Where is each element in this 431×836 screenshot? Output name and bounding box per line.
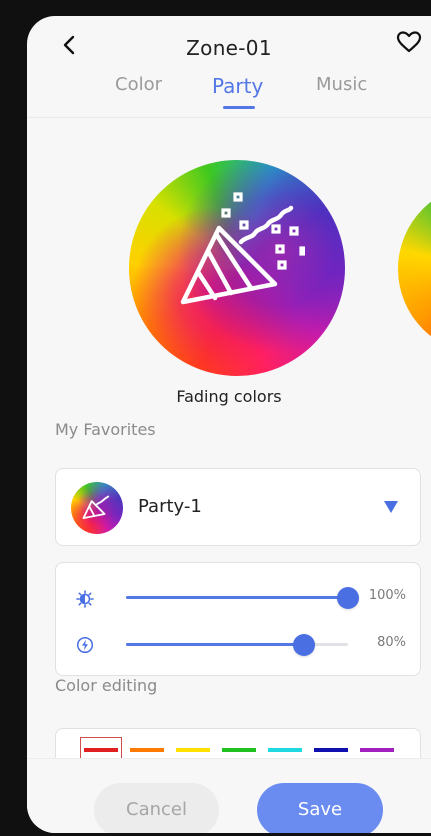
cancel-button[interactable]: Cancel <box>94 783 219 833</box>
caret-down-icon[interactable] <box>383 500 399 514</box>
brightness-slider-fill <box>126 596 348 599</box>
brightness-slider-handle[interactable] <box>337 586 359 609</box>
color-swatch[interactable] <box>222 748 256 752</box>
device-frame: Zone-01 Color Party Music Fading colors … <box>0 0 431 836</box>
brightness-slider[interactable] <box>126 586 359 609</box>
speed-value: 80% <box>377 635 406 650</box>
page-title: Zone-01 <box>186 36 272 60</box>
speed-slider-handle[interactable] <box>292 633 315 656</box>
color-swatch[interactable] <box>176 748 210 752</box>
bottom-action-bar: Cancel Save <box>27 758 431 833</box>
color-swatch[interactable] <box>84 748 118 752</box>
favorite-thumbnail <box>71 482 123 534</box>
color-swatch[interactable] <box>268 748 302 752</box>
tab-music[interactable]: Music <box>316 74 367 95</box>
app-screen: Zone-01 Color Party Music Fading colors … <box>27 16 431 833</box>
tab-party[interactable]: Party <box>212 74 263 98</box>
party-popper-icon <box>82 495 110 520</box>
heart-outline-icon[interactable] <box>395 28 423 56</box>
favorites-dropdown[interactable]: Party-1 <box>55 468 421 546</box>
color-swatch[interactable] <box>360 748 394 752</box>
speed-icon <box>76 636 94 654</box>
favorite-selected-label: Party-1 <box>138 496 202 517</box>
tab-color[interactable]: Color <box>115 74 162 95</box>
color-swatch[interactable] <box>314 748 348 752</box>
speed-slider-fill <box>126 643 304 646</box>
favorites-section-title: My Favorites <box>55 420 156 439</box>
speed-slider[interactable] <box>126 633 348 656</box>
color-editing-section-title: Color editing <box>55 676 158 695</box>
tab-divider <box>27 117 431 118</box>
party-popper-icon <box>180 192 305 305</box>
color-swatch[interactable] <box>130 748 164 752</box>
brightness-value: 100% <box>368 588 406 603</box>
next-scene-orb[interactable] <box>398 184 431 354</box>
adjustment-panel: 100% 80% <box>55 562 421 676</box>
tab-active-indicator <box>223 106 255 109</box>
save-button[interactable]: Save <box>257 783 383 833</box>
brightness-icon <box>76 590 94 608</box>
scene-name: Fading colors <box>176 387 282 406</box>
